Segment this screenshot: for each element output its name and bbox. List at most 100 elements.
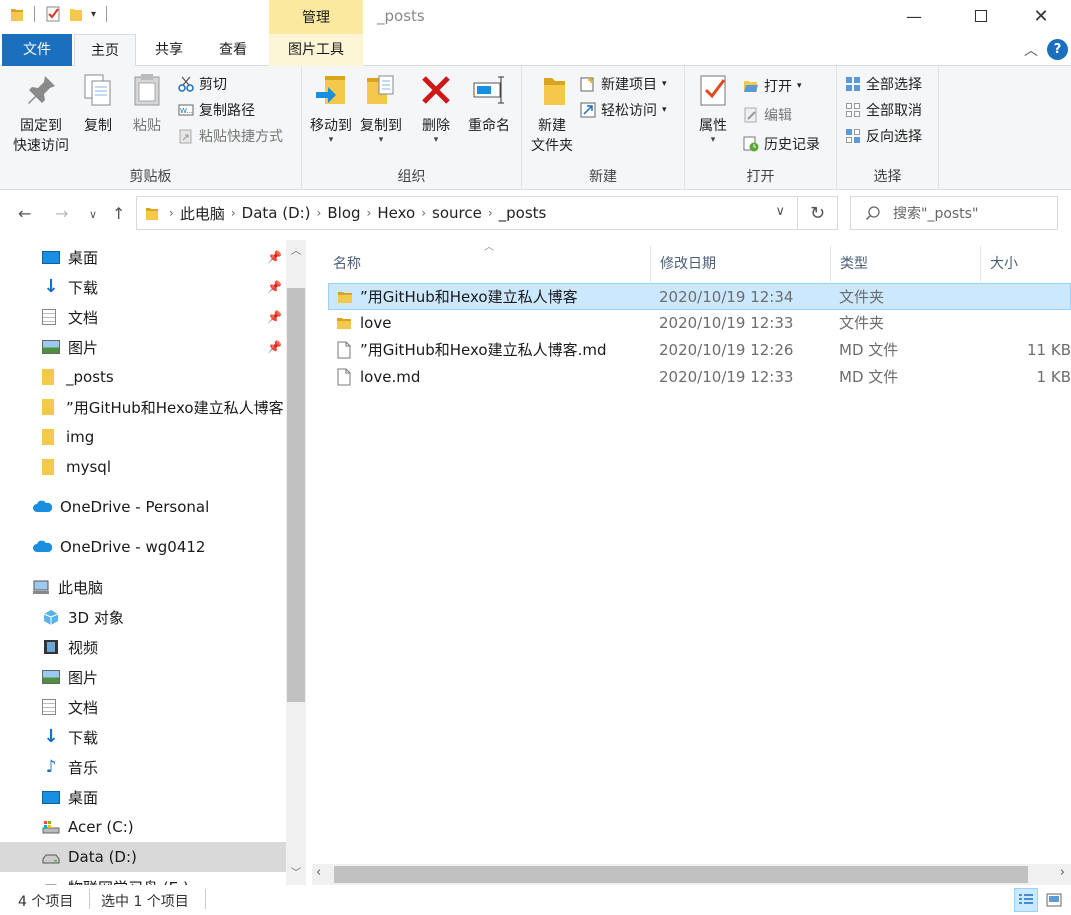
- nav-item-downloads[interactable]: ↓ 下载: [0, 722, 286, 752]
- pin-icon[interactable]: 📌: [267, 340, 282, 354]
- help-icon[interactable]: ?: [1047, 39, 1068, 60]
- nav-pane-scrollbar[interactable]: ︿ ﹀: [286, 240, 306, 885]
- nav-item-drive-d[interactable]: Data (D:): [0, 842, 286, 872]
- breadcrumb-separator[interactable]: ›: [231, 206, 236, 220]
- pin-icon[interactable]: 📌: [267, 280, 282, 294]
- pin-icon[interactable]: 📌: [267, 310, 282, 324]
- nav-item-documents[interactable]: 文档 📌: [0, 302, 286, 332]
- edit-button[interactable]: 编辑: [743, 103, 792, 127]
- nav-item-videos[interactable]: 视频: [0, 632, 286, 662]
- nav-item-this-pc[interactable]: 此电脑: [0, 572, 286, 602]
- file-row[interactable]: love.md 2020/10/19 12:33 MD 文件 1 KB: [328, 364, 1071, 391]
- pin-icon[interactable]: 📌: [267, 250, 282, 264]
- breadcrumb-item[interactable]: Data (D:): [242, 204, 311, 222]
- nav-item-music[interactable]: ♪ 音乐: [0, 752, 286, 782]
- nav-item-folder[interactable]: ”用GitHub和Hexo建立私人博客: [0, 392, 286, 422]
- tab-file[interactable]: 文件: [2, 34, 72, 66]
- history-button[interactable]: 历史记录: [743, 132, 820, 156]
- open-button[interactable]: 打开 ▾: [743, 74, 802, 98]
- tab-view[interactable]: 查看: [204, 34, 262, 66]
- nav-item-documents[interactable]: 文档: [0, 692, 286, 722]
- address-dropdown-icon[interactable]: ∨: [775, 204, 785, 219]
- tab-picture-tools[interactable]: 图片工具: [269, 34, 363, 66]
- nav-item-downloads[interactable]: ↓ 下载 📌: [0, 272, 286, 302]
- minimize-button[interactable]: —: [891, 0, 937, 32]
- breadcrumb-separator[interactable]: ›: [169, 206, 174, 220]
- nav-item-desktop[interactable]: 桌面 📌: [0, 242, 286, 272]
- nav-item-pictures[interactable]: 图片: [0, 662, 286, 692]
- file-row[interactable]: ”用GitHub和Hexo建立私人博客.md 2020/10/19 12:26 …: [328, 337, 1071, 364]
- nav-item-onedrive-personal[interactable]: OneDrive - Personal: [0, 492, 286, 522]
- nav-item-desktop[interactable]: 桌面: [0, 782, 286, 812]
- nav-item-onedrive-work[interactable]: OneDrive - wg0412: [0, 532, 286, 562]
- nav-item-label: 音乐: [68, 758, 99, 777]
- new-folder-button[interactable]: 新建 文件夹: [526, 72, 578, 156]
- delete-button[interactable]: 删除 ▾: [416, 72, 456, 145]
- new-folder-icon[interactable]: [69, 6, 83, 22]
- scroll-up-icon[interactable]: ︿: [286, 242, 306, 262]
- copy-button[interactable]: 复制: [78, 72, 118, 136]
- breadcrumb-item[interactable]: Blog: [327, 204, 360, 222]
- pin-quick-access-button[interactable]: 固定到 快速访问: [8, 72, 74, 156]
- move-to-button[interactable]: 移动到 ▾: [306, 72, 356, 145]
- breadcrumb-separator[interactable]: ›: [421, 206, 426, 220]
- search-box[interactable]: 搜索"_posts": [850, 196, 1058, 230]
- scrollbar-thumb[interactable]: [287, 288, 305, 702]
- forward-icon[interactable]: →: [55, 204, 68, 223]
- copy-path-button[interactable]: W... 复制路径: [178, 98, 255, 122]
- scroll-left-icon[interactable]: ‹: [316, 865, 321, 880]
- tab-home[interactable]: 主页: [74, 34, 136, 67]
- scroll-right-icon[interactable]: ›: [1060, 865, 1065, 880]
- breadcrumb-separator[interactable]: ›: [367, 206, 372, 220]
- nav-item-drive-e[interactable]: 物联网学习盘 (E:): [0, 872, 286, 885]
- details-view-button[interactable]: [1014, 888, 1038, 912]
- copy-to-button[interactable]: 复制到 ▾: [356, 72, 406, 145]
- file-row[interactable]: love 2020/10/19 12:33 文件夹: [328, 310, 1071, 337]
- new-item-button[interactable]: 新建项目 ▾: [580, 72, 667, 96]
- back-icon[interactable]: ←: [18, 204, 31, 223]
- nav-item-folder[interactable]: _posts: [0, 362, 286, 392]
- customize-qat-icon[interactable]: ▾: [91, 9, 96, 20]
- collapse-ribbon-icon[interactable]: ︿: [1024, 40, 1038, 60]
- breadcrumb-item[interactable]: source: [432, 204, 482, 222]
- paste-shortcut-button[interactable]: 粘贴快捷方式: [178, 124, 283, 148]
- column-header-size[interactable]: 大小: [981, 246, 1071, 282]
- nav-item-drive-c[interactable]: Acer (C:): [0, 812, 286, 842]
- recent-locations-icon[interactable]: ∨: [89, 208, 97, 221]
- breadcrumb-item[interactable]: 此电脑: [180, 203, 225, 224]
- select-all-button[interactable]: 全部选择: [845, 72, 922, 96]
- chevron-down-icon: ▾: [662, 105, 667, 115]
- details-view-icon: [1019, 894, 1033, 904]
- breadcrumb-separator[interactable]: ›: [488, 206, 493, 220]
- nav-item-3d-objects[interactable]: 3D 对象: [0, 602, 286, 632]
- nav-item-folder[interactable]: mysql: [0, 452, 286, 482]
- paste-button[interactable]: 粘贴: [126, 72, 168, 136]
- file-list-horizontal-scrollbar[interactable]: ‹ ›: [312, 864, 1071, 885]
- large-icons-view-button[interactable]: [1042, 888, 1066, 912]
- file-row[interactable]: ”用GitHub和Hexo建立私人博客 2020/10/19 12:34 文件夹: [328, 283, 1071, 310]
- nav-item-pictures[interactable]: 图片 📌: [0, 332, 286, 362]
- scroll-down-icon[interactable]: ﹀: [286, 864, 306, 884]
- breadcrumb-separator[interactable]: ›: [317, 206, 322, 220]
- close-button[interactable]: ✕: [1018, 0, 1064, 32]
- properties-button[interactable]: 属性 ▾: [689, 72, 737, 145]
- cut-button[interactable]: 剪切: [178, 72, 227, 96]
- scrollbar-thumb[interactable]: [334, 866, 1028, 883]
- breadcrumb-item[interactable]: _posts: [499, 204, 547, 222]
- properties-icon[interactable]: [45, 6, 61, 22]
- tab-share[interactable]: 共享: [140, 34, 198, 66]
- column-header-name[interactable]: 名称: [324, 246, 651, 282]
- column-header-date[interactable]: 修改日期: [651, 246, 831, 282]
- nav-item-folder[interactable]: img: [0, 422, 286, 452]
- context-tab-manage[interactable]: 管理: [269, 0, 363, 34]
- rename-button[interactable]: 重命名: [464, 72, 514, 136]
- select-none-button[interactable]: 全部取消: [845, 98, 922, 122]
- column-header-type[interactable]: 类型: [831, 246, 981, 282]
- breadcrumb-item[interactable]: Hexo: [377, 204, 415, 222]
- maximize-button[interactable]: [958, 0, 1004, 32]
- invert-selection-button[interactable]: 反向选择: [845, 124, 922, 148]
- easy-access-button[interactable]: 轻松访问 ▾: [580, 98, 667, 122]
- up-icon[interactable]: ↑: [112, 204, 125, 223]
- address-bar[interactable]: › 此电脑 › Data (D:) › Blog › Hexo › source…: [136, 196, 798, 230]
- refresh-button[interactable]: ↻: [798, 196, 838, 230]
